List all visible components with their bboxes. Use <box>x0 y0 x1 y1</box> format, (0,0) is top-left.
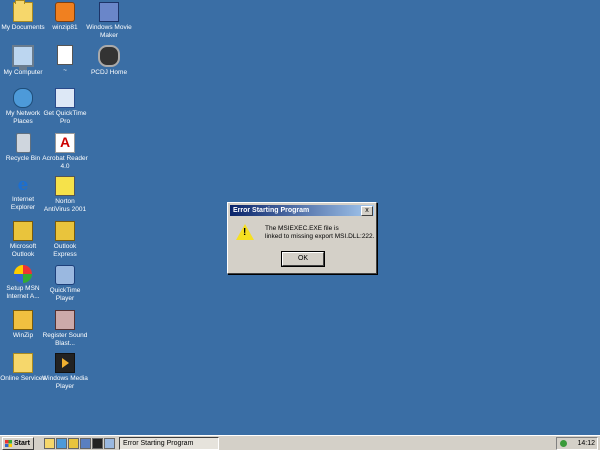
icon-label: Online Services <box>0 375 46 382</box>
warning-icon: ! <box>236 224 254 240</box>
desktop-icon-acrobat-reader[interactable]: A Acrobat Reader 4.0 <box>42 133 88 171</box>
icon-label: Setup MSN Internet A... <box>6 285 40 300</box>
error-dialog: Error Starting Program x ! The MSIEXEC.E… <box>227 202 377 274</box>
movie-maker-icon <box>99 2 119 22</box>
start-button[interactable]: Start <box>2 437 34 450</box>
desktop-icon-tilde[interactable]: ~ <box>42 45 88 75</box>
msn-icon <box>14 265 32 283</box>
show-desktop-icon[interactable] <box>44 438 55 449</box>
icon-label: Acrobat Reader 4.0 <box>42 155 88 170</box>
media-player-icon <box>55 353 75 373</box>
icon-label: Internet Explorer <box>10 196 36 211</box>
desktop-icon-setup-msn[interactable]: Setup MSN Internet A... <box>0 265 46 301</box>
windows-flag-icon <box>5 440 12 447</box>
desktop-icon-quicktime-player[interactable]: QuickTime Player <box>42 265 88 303</box>
desktop-icon-internet-explorer[interactable]: e Internet Explorer <box>0 176 46 212</box>
media-player-icon[interactable] <box>92 438 103 449</box>
icon-label: winzip81 <box>52 24 78 31</box>
document-icon <box>57 45 73 65</box>
message-line-1: The MSIEXEC.EXE file is <box>265 225 339 232</box>
winzip81-icon <box>55 2 75 22</box>
pcdj-icon <box>98 45 120 67</box>
desktop-icon-outlook-express[interactable]: Outlook Express <box>42 221 88 259</box>
icon-label: Get QuickTime Pro <box>43 110 87 125</box>
outlook-icon <box>13 221 33 241</box>
ok-button[interactable]: OK <box>281 251 325 267</box>
desktop-icon-get-quicktime-pro[interactable]: Get QuickTime Pro <box>42 88 88 126</box>
taskbar-task-error-starting-program[interactable]: Error Starting Program <box>119 437 219 450</box>
my-computer-icon <box>12 45 34 70</box>
icon-label: Windows Movie Maker <box>86 24 132 39</box>
desktop-icon-network-places[interactable]: My Network Places <box>0 88 46 126</box>
quick-launch-icon[interactable] <box>80 438 91 449</box>
dialog-title: Error Starting Program <box>233 207 310 214</box>
dialog-message: The MSIEXEC.EXE file is linked to missin… <box>265 225 374 241</box>
icon-label: Recycle Bin <box>5 155 41 162</box>
winzip-icon <box>13 310 33 330</box>
icon-label: QuickTime Player <box>49 287 81 302</box>
tray-network-icon[interactable] <box>560 440 567 447</box>
icon-label: My Network Places <box>5 110 41 125</box>
icon-label: Norton AntiVirus 2001 <box>43 198 87 213</box>
close-button[interactable]: x <box>361 206 373 216</box>
recycle-bin-icon <box>15 133 31 153</box>
my-documents-icon <box>13 0 33 22</box>
outlook-express-icon[interactable] <box>68 438 79 449</box>
desktop-icon-winzip81[interactable]: winzip81 <box>42 2 88 32</box>
internet-explorer-icon: e <box>17 175 29 195</box>
system-tray: 14:12 <box>556 437 598 450</box>
icon-label: ~ <box>63 67 67 74</box>
message-line-2: linked to missing export MSI.DLL:222. <box>265 233 375 240</box>
desktop-icon-pcdj-home[interactable]: PCDJ Home <box>86 45 132 77</box>
desktop-icon-register-sound-blaster[interactable]: Register Sound Blast... <box>42 310 88 348</box>
icon-label: My Documents <box>1 24 45 31</box>
desktop-icon-windows-movie-maker[interactable]: Windows Movie Maker <box>86 2 132 40</box>
desktop-icon-windows-media-player[interactable]: Windows Media Player <box>42 353 88 391</box>
desktop-icon-my-documents[interactable]: My Documents <box>0 0 46 32</box>
icon-label: My Computer <box>3 69 43 76</box>
desktop-icon-norton-antivirus[interactable]: Norton AntiVirus 2001 <box>42 176 88 214</box>
desktop-icon-microsoft-outlook[interactable]: Microsoft Outlook <box>0 221 46 259</box>
icon-label: WinZip <box>12 332 34 339</box>
desktop-icon-online-services[interactable]: Online Services <box>0 353 46 383</box>
icon-label: Microsoft Outlook <box>9 243 37 258</box>
start-label: Start <box>14 440 30 447</box>
desktop-icon-my-computer[interactable]: My Computer <box>0 45 46 77</box>
clock: 14:12 <box>577 440 595 447</box>
quicktime-player-icon <box>55 265 75 285</box>
desktop-icon-recycle-bin[interactable]: Recycle Bin <box>0 133 46 163</box>
acrobat-icon: A <box>55 133 75 153</box>
quicktime-icon[interactable] <box>104 438 115 449</box>
desktop-icon-winzip[interactable]: WinZip <box>0 310 46 340</box>
desktop: { "desktop_icons": [ {"label": "My Docum… <box>0 0 600 450</box>
icon-label: Outlook Express <box>53 243 77 258</box>
network-places-icon <box>13 88 33 108</box>
outlook-express-icon <box>55 221 75 241</box>
folder-icon <box>13 353 33 373</box>
taskbar: Start Error Starting Program 14:12 <box>0 435 600 450</box>
sound-blaster-icon <box>55 310 75 330</box>
quicktime-icon <box>55 88 75 108</box>
norton-icon <box>55 176 75 196</box>
dialog-titlebar[interactable]: Error Starting Program x <box>230 205 374 216</box>
internet-explorer-icon[interactable] <box>56 438 67 449</box>
icon-label: Windows Media Player <box>42 375 88 390</box>
icon-label: PCDJ Home <box>90 69 128 76</box>
icon-label: Register Sound Blast... <box>42 332 88 347</box>
